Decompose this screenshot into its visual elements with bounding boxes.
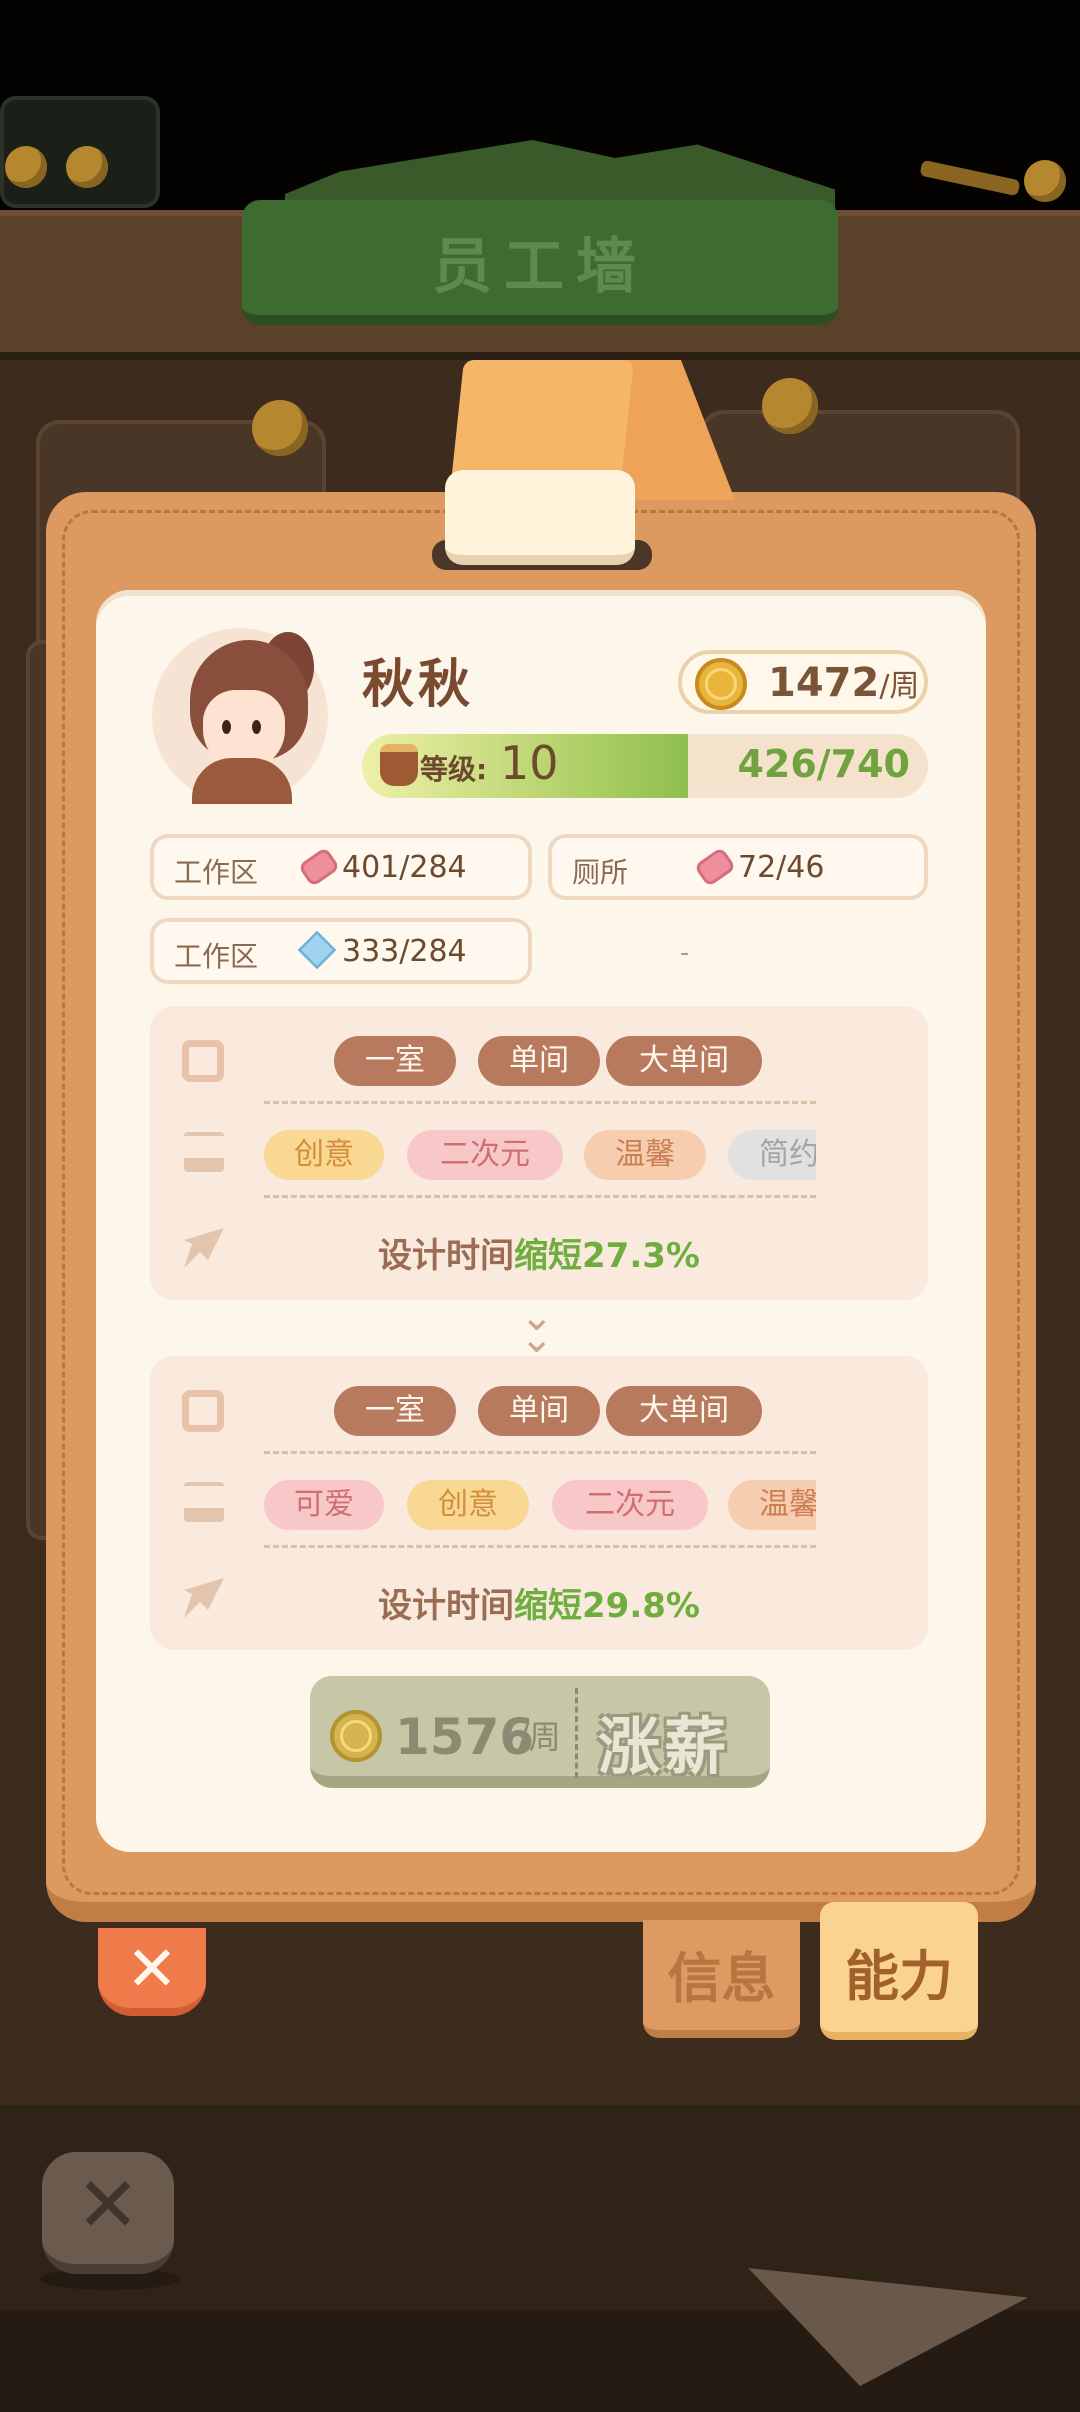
bonus-prefix: 设计时间: [378, 1586, 515, 1626]
stat-box: 厕所 72/46: [548, 834, 928, 900]
coin-icon: [330, 1710, 382, 1762]
level-exp: 426/740: [737, 742, 910, 786]
level-label: 等级:: [420, 753, 488, 786]
room-tag: 单间: [478, 1386, 600, 1436]
room-tag: 单间: [478, 1036, 600, 1086]
close-icon: ✕: [126, 1932, 178, 2005]
bg-pin: [762, 378, 818, 434]
bonus-text: 设计时间缩短27.3%: [150, 1228, 928, 1277]
stat-value: 333/284: [342, 934, 467, 969]
salary-number: 1472: [768, 660, 880, 706]
bg-pin: [1024, 160, 1066, 202]
style-tag: 创意: [264, 1130, 384, 1180]
stat-value: 401/284: [342, 850, 467, 885]
paint-brush-icon: [184, 1482, 224, 1522]
tab-ability[interactable]: 能力: [820, 1902, 978, 2040]
tab-info[interactable]: 信息: [643, 1920, 800, 2038]
style-tags: 可爱 创意 二次元 温馨: [264, 1454, 816, 1550]
employee-name: 秋秋: [362, 655, 475, 715]
stat-box: 工作区 401/284: [150, 834, 532, 900]
divider: [264, 1195, 816, 1198]
style-tag: 可爱: [264, 1480, 384, 1530]
raise-label: 涨薪: [598, 1710, 731, 1783]
bg-pin: [252, 400, 308, 456]
chevron-down-icon: ⌄ ⌄: [520, 1294, 554, 1362]
salary-unit: /周: [879, 669, 920, 704]
stat-empty: -: [680, 938, 690, 968]
page-title: 员工墙: [432, 232, 648, 302]
salary-value: 1472/周: [768, 660, 919, 706]
eraser-icon: [693, 846, 737, 888]
game-screen: 员工墙 秋秋 1472/周 等级: 10 426/740 工作区 401/284…: [0, 0, 1080, 2412]
avatar-eye: [252, 720, 261, 734]
close-icon: ✕: [76, 2160, 140, 2249]
stat-value: 72/46: [738, 850, 825, 885]
bg-pin: [5, 146, 47, 188]
stat-label: 工作区: [174, 940, 259, 973]
bonus-highlight: 缩短29.8%: [514, 1586, 700, 1626]
room-tag: 大单间: [606, 1036, 762, 1086]
raise-unit: /周: [518, 1718, 561, 1756]
room-type-icon: [182, 1040, 224, 1082]
room-type-icon: [182, 1390, 224, 1432]
eraser-icon: [297, 846, 341, 888]
clip-holder: [445, 470, 635, 565]
room-tag: 大单间: [606, 1386, 762, 1436]
level-value: 10: [500, 736, 559, 790]
bg-pin: [66, 146, 108, 188]
bonus-prefix: 设计时间: [378, 1236, 515, 1276]
style-tag: 温馨: [728, 1480, 816, 1530]
room-tag: 一室: [334, 1036, 456, 1086]
style-tag: 二次元: [407, 1130, 563, 1180]
coffee-cup-icon: [380, 744, 418, 786]
stat-label: 工作区: [174, 856, 259, 889]
stat-box: 工作区 333/284: [150, 918, 532, 984]
paint-brush-icon: [184, 1132, 224, 1172]
stat-label: 厕所: [572, 856, 629, 889]
room-tag: 一室: [334, 1386, 456, 1436]
style-tags: 创意 二次元 温馨 简约: [264, 1104, 816, 1200]
divider: [264, 1545, 816, 1548]
avatar-eye: [222, 720, 231, 734]
style-tag: 创意: [407, 1480, 529, 1530]
style-tag: 温馨: [584, 1130, 706, 1180]
diamond-icon: [297, 930, 337, 970]
coin-icon: [695, 658, 747, 710]
bonus-text: 设计时间缩短29.8%: [150, 1578, 928, 1627]
divider: [575, 1688, 578, 1778]
style-tag: 二次元: [552, 1480, 708, 1530]
bonus-highlight: 缩短27.3%: [514, 1236, 700, 1276]
raise-cost: 1576: [395, 1708, 535, 1766]
style-tag: 简约: [728, 1130, 816, 1180]
